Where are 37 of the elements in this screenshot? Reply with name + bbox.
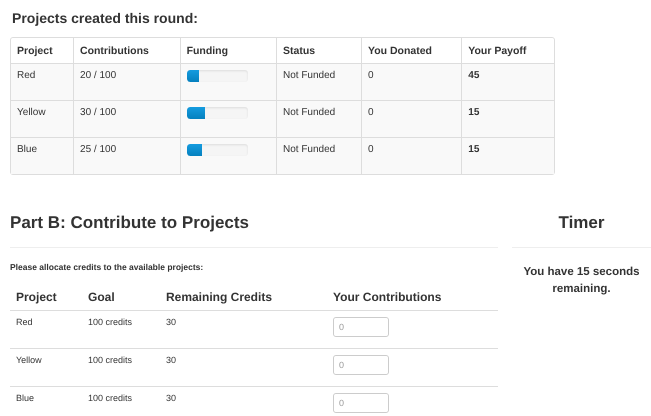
table-cell: 30 / 100 [73,100,180,137]
section-title: Projects created this round: [12,10,199,26]
table-cell: Not Funded [276,137,361,174]
contribution-field[interactable]: 0 [333,393,389,413]
table-cell: Not Funded [276,63,361,100]
table-cell: 25 / 100 [73,137,180,174]
table-cell: 15 [461,137,554,174]
column-header: Your Contributions [327,286,498,310]
table-cell: 100 credits [82,386,160,416]
table-cell: 0 [361,137,462,174]
table-cell: 100 credits [82,348,160,386]
table-cell: 45 [461,63,554,100]
table-cell: 0 [361,63,462,100]
section-heading: Part B: Contribute to Projects [10,213,498,248]
section-heading: Timer [512,213,651,248]
table-cell: 30 [160,310,327,348]
column-header: Goal [82,286,160,310]
table-cell: 100 credits [82,310,160,348]
table-cell: 15 [461,100,554,137]
table-cell: Blue [10,386,82,416]
column-header: Project [16,44,54,59]
timer-message: You have 15 seconds remaining. [522,265,641,298]
table-cell: 20 / 100 [73,63,180,100]
contribution-field[interactable]: 0 [333,317,389,337]
column-header: Project [10,286,82,310]
table-cell: Yellow [11,100,74,137]
contribution-field[interactable]: 0 [333,355,389,375]
table-cell: Red [10,310,82,348]
table-cell: Not Funded [276,100,361,137]
instruction-text: Please allocate credits to the available projects: [10,262,204,272]
table-cell: Yellow [10,348,82,386]
table-cell: Red [11,63,74,100]
table-cell: Blue [11,137,74,174]
table-cell: 30 [160,348,327,386]
table-cell: 30 [160,386,327,416]
table-cell: 0 [361,100,462,137]
column-header: Remaining Credits [160,286,327,310]
